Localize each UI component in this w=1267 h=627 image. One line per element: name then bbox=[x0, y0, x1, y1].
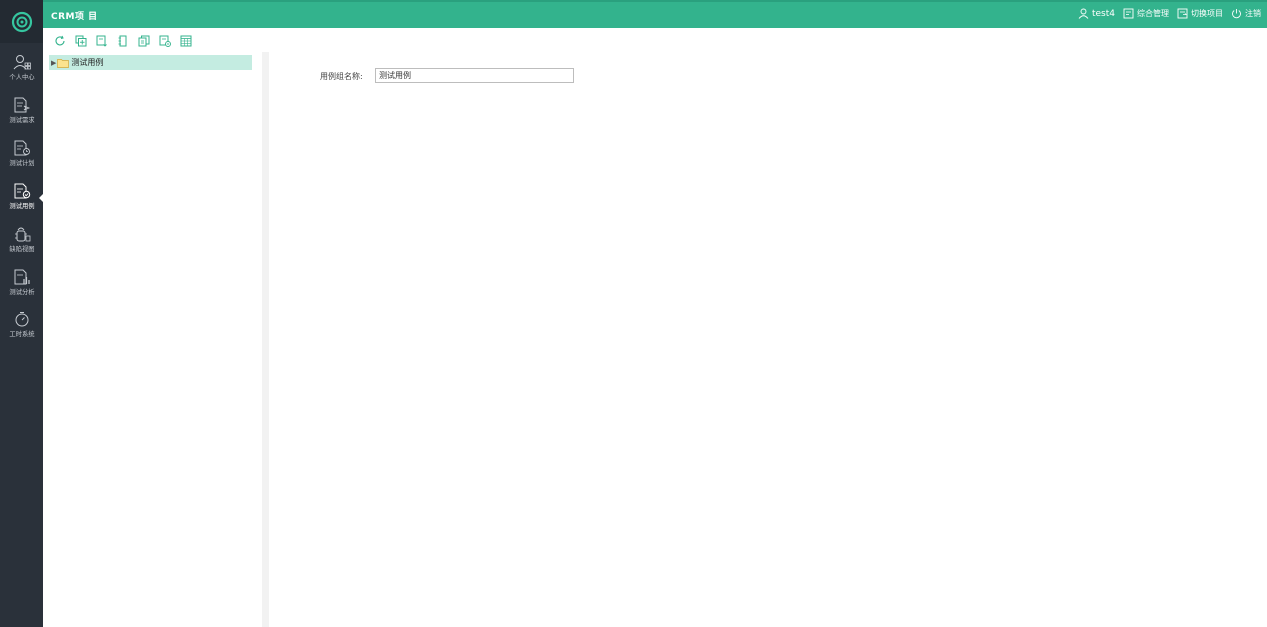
logout-button[interactable]: 注销 bbox=[1231, 8, 1261, 19]
sidebar-item-label: 测试需求 bbox=[8, 116, 35, 124]
test-case-icon bbox=[14, 183, 30, 199]
sidebar-item-label: 测试分析 bbox=[8, 288, 35, 296]
user-menu[interactable]: test4 bbox=[1078, 8, 1115, 19]
import-icon bbox=[96, 35, 107, 47]
switch-project-icon bbox=[1177, 8, 1188, 19]
refresh-icon bbox=[55, 35, 65, 46]
toolbar bbox=[53, 34, 193, 48]
edit-icon bbox=[118, 35, 127, 47]
calendar-icon bbox=[180, 35, 192, 47]
sidebar-item-user-center[interactable]: 个人中心 bbox=[0, 50, 43, 90]
panel-splitter[interactable] bbox=[262, 52, 269, 627]
sidebar-item-label: 测试计划 bbox=[8, 159, 35, 167]
sidebar-item-label: 个人中心 bbox=[8, 73, 35, 81]
edit-button[interactable] bbox=[116, 34, 130, 48]
import-button[interactable] bbox=[95, 34, 109, 48]
logo-icon bbox=[11, 11, 32, 32]
header-menu: test4 综合管理 切换项目 注销 bbox=[1078, 8, 1261, 19]
group-name-input[interactable] bbox=[375, 68, 574, 83]
management-label: 综合管理 bbox=[1137, 9, 1169, 18]
sidebar-item-defect-view[interactable]: 缺陷视图 bbox=[0, 222, 43, 262]
expand-arrow-icon[interactable]: ▶ bbox=[51, 59, 56, 67]
management-icon bbox=[1123, 8, 1134, 19]
management-button[interactable]: 综合管理 bbox=[1123, 8, 1169, 19]
app-window: 个人中心 测试需求 测试计划 测试用例 缺陷视图 测试分析 工时系统 CRM项 … bbox=[0, 0, 1267, 627]
detail-form-panel: 用例组名称: bbox=[269, 52, 1267, 627]
switch-project-label: 切换项目 bbox=[1191, 9, 1223, 18]
delete-icon bbox=[159, 35, 171, 47]
user-icon bbox=[1078, 8, 1089, 19]
sidebar-item-test-analysis[interactable]: 测试分析 bbox=[0, 265, 43, 305]
user-center-icon bbox=[13, 55, 31, 70]
sidebar-item-test-plan[interactable]: 测试计划 bbox=[0, 136, 43, 176]
tree-node-root[interactable]: ▶ 测试用例 bbox=[49, 55, 252, 70]
sidebar-item-label: 测试用例 bbox=[8, 202, 35, 210]
calendar-button[interactable] bbox=[179, 34, 193, 48]
sidebar-item-test-requirements[interactable]: 测试需求 bbox=[0, 93, 43, 133]
test-plan-icon bbox=[14, 140, 30, 156]
add-button[interactable] bbox=[74, 34, 88, 48]
tree-panel: ▶ 测试用例 bbox=[43, 52, 262, 627]
refresh-button[interactable] bbox=[53, 34, 67, 48]
app-logo[interactable] bbox=[0, 0, 43, 43]
folder-icon bbox=[57, 58, 70, 68]
copy-icon bbox=[138, 35, 150, 47]
sidebar-item-label: 工时系统 bbox=[8, 330, 35, 338]
top-header: CRM项 目 test4 综合管理 切换项目 注销 bbox=[43, 0, 1267, 28]
tree-node-label: 测试用例 bbox=[71, 58, 104, 67]
add-icon bbox=[75, 35, 87, 47]
test-requirements-icon bbox=[14, 97, 30, 113]
username: test4 bbox=[1091, 8, 1115, 19]
timesheet-icon bbox=[15, 312, 28, 327]
defect-view-icon bbox=[14, 227, 30, 242]
logout-label: 注销 bbox=[1245, 9, 1261, 18]
sidebar-item-timesheet[interactable]: 工时系统 bbox=[0, 307, 43, 347]
sidebar-item-test-case[interactable]: 测试用例 bbox=[0, 179, 44, 219]
switch-project-button[interactable]: 切换项目 bbox=[1177, 8, 1223, 19]
sidebar: 个人中心 测试需求 测试计划 测试用例 缺陷视图 测试分析 工时系统 bbox=[0, 0, 44, 627]
logout-icon bbox=[1232, 9, 1241, 19]
group-name-label: 用例组名称: bbox=[320, 72, 363, 81]
project-title: CRM项 目 bbox=[51, 12, 98, 22]
test-analysis-icon bbox=[14, 269, 30, 285]
copy-button[interactable] bbox=[137, 34, 151, 48]
sidebar-item-label: 缺陷视图 bbox=[8, 245, 35, 253]
delete-button[interactable] bbox=[158, 34, 172, 48]
